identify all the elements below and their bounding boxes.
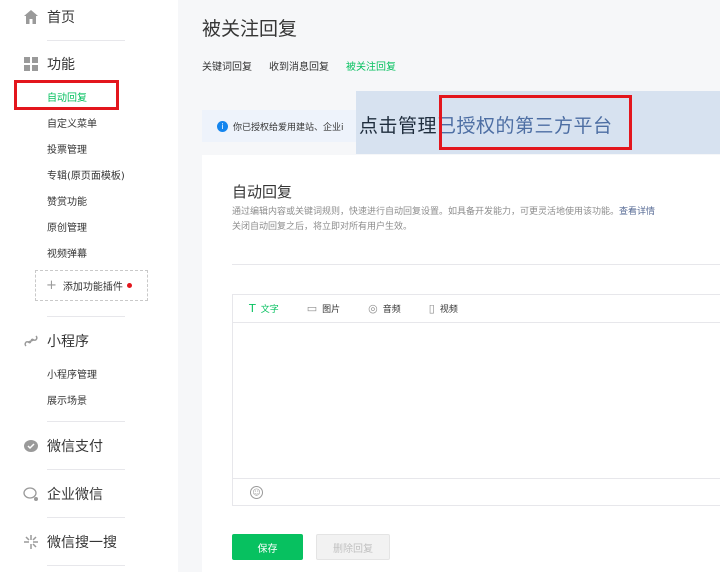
divider bbox=[47, 517, 125, 518]
video-icon: ▯ bbox=[428, 302, 435, 315]
home-icon bbox=[22, 8, 40, 26]
divider bbox=[47, 40, 125, 41]
divider bbox=[47, 421, 125, 422]
add-plugin-button[interactable]: + 添加功能插件 bbox=[35, 270, 148, 301]
sidebar-item-original[interactable]: 原创管理 bbox=[47, 219, 87, 234]
divider bbox=[47, 565, 125, 566]
link-icon bbox=[22, 332, 40, 350]
nav-miniprogram-label: 小程序 bbox=[47, 334, 89, 350]
desc-line-1: 通过编辑内容或关键词规则，快速进行自动回复设置。如具备开发能力，可更灵活地使用该… bbox=[232, 207, 620, 217]
delete-reply-button[interactable]: 删除回复 bbox=[316, 534, 390, 560]
sidebar-item-vote[interactable]: 投票管理 bbox=[47, 141, 87, 156]
image-icon: ▭ bbox=[306, 302, 318, 315]
grid-icon bbox=[22, 55, 40, 73]
nav-work-wechat-label: 企业微信 bbox=[47, 487, 103, 503]
tab-follow-reply[interactable]: 被关注回复 bbox=[346, 58, 396, 73]
tab-message-reply[interactable]: 收到消息回复 bbox=[269, 58, 329, 73]
editor-tab-label: 视频 bbox=[439, 305, 458, 315]
page-title: 被关注回复 bbox=[202, 18, 298, 40]
divider bbox=[47, 469, 125, 470]
wechat-pay-icon bbox=[22, 437, 40, 455]
plus-icon: + bbox=[46, 278, 57, 293]
add-plugin-label: 添加功能插件 bbox=[62, 282, 123, 293]
editor-tab-audio[interactable]: ◎ 音频 bbox=[368, 302, 401, 315]
sidebar-item-custom-menu[interactable]: 自定义菜单 bbox=[47, 115, 97, 130]
sidebar-item-miniprogram-manage[interactable]: 小程序管理 bbox=[47, 366, 97, 381]
notice-text: 你已授权给爱用建站、企业i bbox=[233, 122, 344, 133]
sidebar: 首页 功能 自动回复 自定义菜单 投票管理 专辑(原页面模板) 赞赏功能 原创管… bbox=[0, 0, 178, 572]
section-description: 通过编辑内容或关键词规则，快速进行自动回复设置。如具备开发能力，可更灵活地使用该… bbox=[232, 205, 655, 235]
info-icon: i bbox=[217, 120, 228, 132]
sidebar-item-reward[interactable]: 赞赏功能 bbox=[47, 193, 87, 208]
annotation-text-prefix: 点击管理 bbox=[359, 115, 438, 137]
editor-tab-video[interactable]: ▯ 视频 bbox=[429, 302, 458, 315]
divider bbox=[47, 316, 125, 317]
work-wechat-icon bbox=[22, 485, 40, 503]
editor-toolbar: ☺ bbox=[233, 478, 720, 506]
editor-tab-text[interactable]: T 文字 bbox=[249, 302, 279, 315]
text-icon: T bbox=[249, 302, 256, 315]
sidebar-item-scenes[interactable]: 展示场景 bbox=[47, 392, 87, 407]
authorization-notice: i 你已授权给爱用建站、企业i bbox=[202, 110, 358, 142]
editor-tab-label: 音频 bbox=[382, 305, 401, 315]
editor-type-tabs: T 文字 ▭ 图片 ◎ 音频 ▯ 视频 bbox=[233, 295, 720, 323]
section-title: 自动回复 bbox=[232, 183, 293, 201]
reply-editor[interactable]: T 文字 ▭ 图片 ◎ 音频 ▯ 视频 ☺ bbox=[232, 294, 720, 506]
emoji-icon[interactable]: ☺ bbox=[250, 486, 263, 499]
reply-tabs: 关键词回复 收到消息回复 被关注回复 bbox=[202, 58, 413, 73]
save-button[interactable]: 保存 bbox=[232, 534, 303, 560]
nav-home-label: 首页 bbox=[47, 10, 75, 26]
details-link[interactable]: 查看详情 bbox=[619, 207, 655, 217]
annotation-box bbox=[14, 80, 119, 110]
divider bbox=[232, 264, 720, 265]
annotation-box bbox=[439, 95, 632, 150]
sparkle-icon bbox=[22, 533, 40, 551]
sidebar-item-album[interactable]: 专辑(原页面模板) bbox=[47, 167, 125, 182]
nav-wechat-search-label: 微信搜一搜 bbox=[47, 535, 117, 551]
notification-dot bbox=[126, 283, 132, 288]
desc-line-2: 关闭自动回复之后，将立即对所有用户生效。 bbox=[232, 222, 413, 232]
nav-features-label: 功能 bbox=[47, 57, 75, 73]
tab-keyword-reply[interactable]: 关键词回复 bbox=[202, 58, 252, 73]
editor-tab-label: 文字 bbox=[260, 305, 279, 315]
editor-tab-image[interactable]: ▭ 图片 bbox=[307, 302, 340, 315]
sidebar-item-danmaku[interactable]: 视频弹幕 bbox=[47, 245, 87, 260]
editor-tab-label: 图片 bbox=[322, 305, 341, 315]
nav-wechat-pay-label: 微信支付 bbox=[47, 439, 103, 455]
audio-icon: ◎ bbox=[368, 302, 378, 315]
